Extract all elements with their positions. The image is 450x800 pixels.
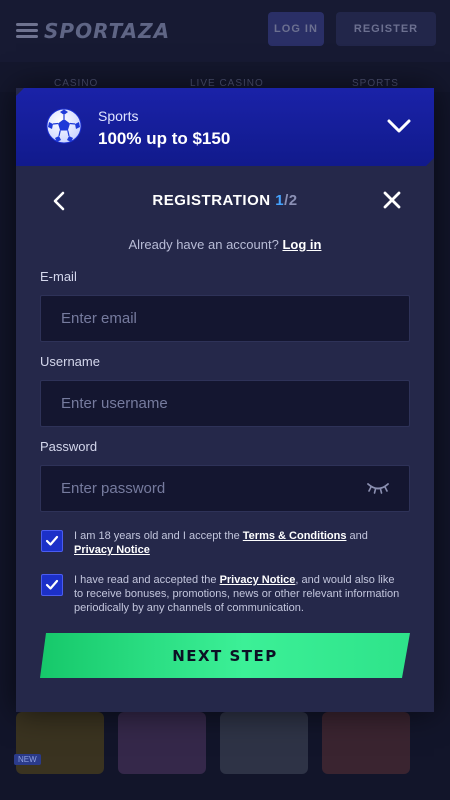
registration-modal: Sports 100% up to $150 REGISTRATION 1/2 …	[16, 88, 434, 712]
title-text: REGISTRATION	[152, 192, 271, 209]
login-link[interactable]: Log in	[282, 237, 321, 252]
game-tile	[322, 712, 410, 774]
consent-text: I have read and accepted the	[74, 574, 217, 586]
privacy-notice-link[interactable]: Privacy Notice	[220, 574, 296, 586]
privacy-notice-link[interactable]: Privacy Notice	[74, 544, 150, 556]
email-field[interactable]	[40, 295, 410, 342]
registration-title: REGISTRATION 1/2	[16, 192, 434, 209]
eye-closed-icon[interactable]	[366, 480, 390, 494]
password-field[interactable]	[40, 465, 410, 512]
age-terms-checkbox[interactable]	[41, 530, 63, 552]
background-game-tiles	[16, 712, 410, 778]
header-register-button: REGISTER	[336, 12, 436, 46]
registration-header: REGISTRATION 1/2	[16, 186, 434, 216]
username-label: Username	[40, 354, 100, 369]
background-header: SPORTAZA LOG IN REGISTER	[0, 0, 450, 62]
terms-link[interactable]: Terms & Conditions	[243, 530, 347, 542]
login-prompt-text: Already have an account?	[128, 237, 279, 252]
password-label: Password	[40, 439, 98, 454]
consent-text: I am 18 years old and I accept the	[74, 530, 240, 542]
brand-logo: SPORTAZA	[44, 19, 171, 43]
menu-icon	[16, 23, 38, 39]
checkmark-icon	[45, 579, 59, 590]
step-current: 1	[275, 192, 285, 209]
bonus-category: Sports	[98, 108, 139, 124]
new-badge: NEW	[14, 754, 41, 765]
consent-text: and	[349, 530, 368, 542]
age-terms-consent: I am 18 years old and I accept the Terms…	[74, 529, 404, 557]
bonus-selector[interactable]: Sports 100% up to $150	[16, 88, 434, 166]
soccer-ball-icon	[46, 108, 82, 144]
step-total: /2	[284, 192, 298, 209]
header-login-button: LOG IN	[268, 12, 324, 46]
username-field[interactable]	[40, 380, 410, 427]
email-label: E-mail	[40, 269, 77, 284]
game-tile	[118, 712, 206, 774]
marketing-consent: I have read and accepted the Privacy Not…	[74, 573, 404, 615]
marketing-checkbox[interactable]	[41, 574, 63, 596]
login-prompt: Already have an account? Log in	[16, 237, 434, 252]
checkmark-icon	[45, 535, 59, 546]
next-step-button[interactable]: NEXT STEP	[40, 633, 410, 678]
game-tile	[220, 712, 308, 774]
close-icon[interactable]	[382, 190, 402, 210]
chevron-down-icon[interactable]	[386, 116, 412, 136]
bonus-offer: 100% up to $150	[98, 129, 231, 148]
